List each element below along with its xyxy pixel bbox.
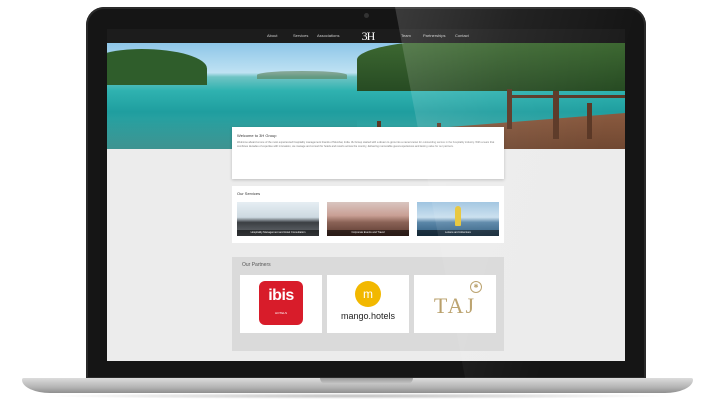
taj-emblem-icon: ✱ — [470, 281, 482, 293]
hero-island-right — [357, 43, 625, 91]
service-caption: Leisure and Adventure — [417, 230, 499, 236]
services-heading: Our Services — [237, 191, 261, 196]
partner-logo-taj[interactable]: ✱ TAJ — [414, 275, 496, 333]
nav-link-partnerships[interactable]: Partnerships — [423, 33, 445, 38]
partners-heading: Our Partners — [242, 262, 271, 268]
mango-logo-icon: m — [355, 281, 381, 307]
partner-logo-ibis[interactable]: ibis HOTELS — [240, 275, 322, 333]
jetty-post — [587, 103, 592, 139]
service-card-hospitality[interactable]: Hospitality Management and Hotel Consult… — [237, 202, 319, 236]
welcome-heading: Welcome to 3H Group — [237, 133, 277, 138]
service-card-leisure[interactable]: Leisure and Adventure — [417, 202, 499, 236]
partner-logo-mango[interactable]: m mango.hotels — [327, 275, 409, 333]
welcome-paragraph: Welcome aboard at one of the most experi… — [237, 141, 495, 148]
service-card-corporate[interactable]: Corporate Events and Travel — [327, 202, 409, 236]
service-caption: Hospitality Management and Hotel Consult… — [237, 230, 319, 236]
welcome-card: Welcome to 3H Group Welcome aboard at on… — [232, 127, 504, 179]
laptop-shadow — [40, 393, 675, 399]
laptop-base-notch — [320, 378, 413, 384]
logo-mark: 3H — [361, 29, 376, 43]
nav-link-team[interactable]: Team — [401, 33, 411, 38]
jetty-post — [553, 91, 559, 139]
laptop-screen: About Services Associations Team Partner… — [107, 29, 625, 361]
services-section: Our Services Hospitality Management and … — [232, 186, 504, 243]
hero-distant-hill — [257, 71, 347, 79]
hero-island-left — [107, 49, 207, 85]
nav-link-contact[interactable]: Contact — [455, 33, 469, 38]
ibis-wordmark: ibis — [268, 287, 294, 304]
partners-section: Our Partners ibis HOTELS m mango.hotels … — [232, 257, 504, 351]
ibis-subtitle: HOTELS — [274, 311, 287, 315]
person-figure — [455, 206, 461, 226]
service-caption: Corporate Events and Travel — [327, 230, 409, 236]
ibis-logo-badge: ibis HOTELS — [259, 281, 303, 325]
nav-link-about[interactable]: About — [267, 33, 277, 38]
mango-wordmark: mango.hotels — [340, 311, 396, 321]
jetty-rail — [507, 95, 625, 98]
nav-link-services[interactable]: Services — [293, 33, 308, 38]
nav-link-associations[interactable]: Associations — [317, 33, 339, 38]
taj-wordmark: TAJ — [433, 293, 477, 318]
camera-dot — [364, 13, 369, 18]
